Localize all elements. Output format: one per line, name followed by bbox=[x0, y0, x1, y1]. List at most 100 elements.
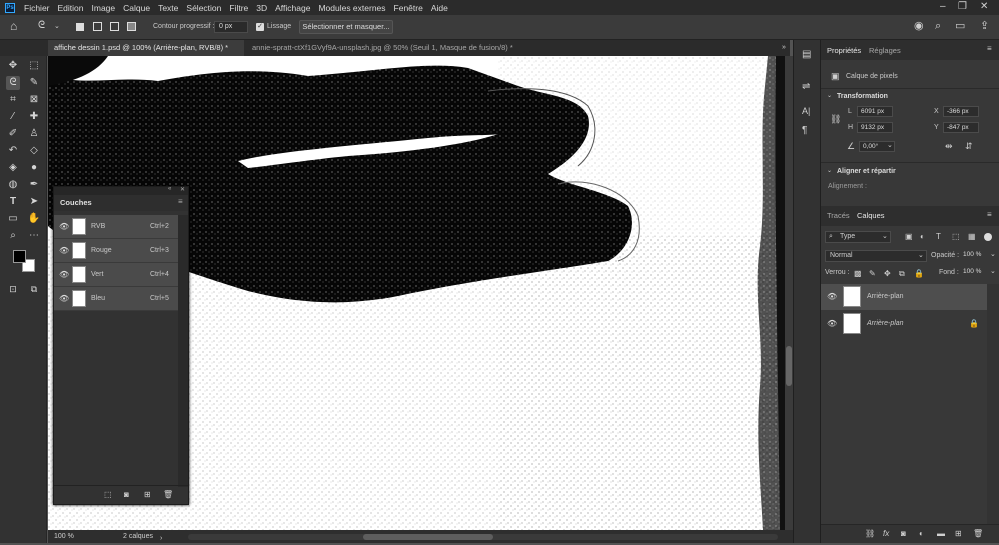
tab-paths[interactable]: Tracés bbox=[827, 209, 850, 223]
eraser-tool-icon[interactable]: ◇ bbox=[27, 144, 41, 158]
menu-fenetre[interactable]: Fenêtre bbox=[390, 3, 427, 13]
lock-pixels-icon[interactable]: ✎ bbox=[869, 269, 876, 279]
home-icon[interactable]: ⌂ bbox=[10, 20, 17, 32]
path-selection-tool-icon[interactable]: ➤ bbox=[27, 195, 41, 209]
tab-properties[interactable]: Propriétés bbox=[827, 44, 861, 58]
panel-menu-icon[interactable]: ≡ bbox=[987, 44, 992, 53]
canvas-vertical-scrollbar[interactable] bbox=[785, 56, 793, 530]
lock-position-icon[interactable]: ✥ bbox=[884, 269, 891, 279]
close-icon[interactable]: ✕ bbox=[180, 186, 185, 193]
crop-tool-icon[interactable]: ⌗ bbox=[6, 93, 20, 107]
pen-tool-icon[interactable]: ✒ bbox=[27, 178, 41, 192]
menu-image[interactable]: Image bbox=[88, 3, 120, 13]
rectangle-tool-icon[interactable]: ▭ bbox=[6, 212, 20, 226]
marquee-tool-icon[interactable]: ⬚ bbox=[27, 59, 41, 73]
foreground-color-swatch[interactable] bbox=[13, 250, 26, 263]
new-adjustment-layer-icon[interactable]: ◐ bbox=[919, 529, 924, 539]
select-and-mask-button[interactable]: Sélectionner et masquer... bbox=[299, 20, 393, 34]
lasso-tool-icon[interactable]: ᘓ bbox=[6, 76, 20, 90]
menu-filtre[interactable]: Filtre bbox=[225, 3, 252, 13]
chevron-down-icon[interactable]: ⌄ bbox=[827, 92, 832, 99]
filter-shape-icon[interactable]: ⬚ bbox=[952, 232, 960, 242]
channels-scrollbar[interactable] bbox=[178, 215, 188, 487]
visibility-eye-icon[interactable]: 👁 bbox=[59, 294, 69, 303]
scrollbar-thumb[interactable] bbox=[786, 346, 792, 386]
layers-scrollbar[interactable] bbox=[987, 284, 999, 524]
healing-brush-tool-icon[interactable]: ✚ bbox=[27, 110, 41, 124]
add-mask-icon[interactable]: ◙ bbox=[901, 529, 906, 539]
close-icon[interactable]: ✕ bbox=[980, 2, 988, 12]
height-input[interactable]: 9132 px bbox=[857, 122, 893, 133]
chevron-down-icon[interactable]: ⌄ bbox=[887, 141, 893, 149]
lock-all-icon[interactable]: 🔒 bbox=[914, 269, 924, 279]
visibility-eye-icon[interactable]: 👁 bbox=[59, 222, 69, 231]
move-tool-icon[interactable]: ✥ bbox=[6, 59, 20, 73]
y-input[interactable]: -847 px bbox=[943, 122, 979, 133]
menu-texte[interactable]: Texte bbox=[154, 3, 182, 13]
channel-row[interactable]: 👁 Bleu Ctrl+5 bbox=[54, 287, 178, 311]
paragraph-icon[interactable]: ¶ bbox=[802, 126, 807, 136]
minimize-icon[interactable]: – bbox=[940, 2, 946, 12]
panel-menu-icon[interactable]: ≡ bbox=[987, 210, 992, 219]
character-icon[interactable]: A| bbox=[802, 106, 810, 116]
antialias-checkbox[interactable]: ✓ bbox=[256, 23, 264, 31]
new-layer-icon[interactable]: ⊞ bbox=[955, 529, 962, 539]
collapse-icon[interactable]: « bbox=[168, 186, 171, 192]
paint-bucket-tool-icon[interactable]: ◈ bbox=[6, 161, 20, 175]
horizontal-scrollbar[interactable] bbox=[188, 534, 778, 540]
chevron-down-icon[interactable]: ⌄ bbox=[990, 250, 996, 258]
menu-modules-externes[interactable]: Modules externes bbox=[314, 3, 389, 13]
filter-pixel-icon[interactable]: ▣ bbox=[905, 232, 913, 242]
zoom-level[interactable]: 100 % bbox=[54, 530, 74, 543]
eyedropper-tool-icon[interactable]: ⁄ bbox=[6, 110, 20, 124]
delete-layer-icon[interactable]: 🗑 bbox=[973, 529, 983, 539]
filter-type-icon[interactable]: T bbox=[936, 232, 941, 242]
visibility-eye-icon[interactable]: 👁 bbox=[827, 292, 837, 301]
channel-row[interactable]: 👁 RVB Ctrl+2 bbox=[54, 215, 178, 239]
menu-aide[interactable]: Aide bbox=[427, 3, 452, 13]
filter-adjustment-icon[interactable]: ◐ bbox=[920, 232, 925, 242]
menu-3d[interactable]: 3D bbox=[252, 3, 271, 13]
profile-icon[interactable]: ◉ bbox=[914, 21, 924, 32]
history-brush-tool-icon[interactable]: ↶ bbox=[6, 144, 20, 158]
save-selection-icon[interactable]: ◙ bbox=[124, 490, 129, 500]
document-info[interactable]: 2 calques bbox=[123, 530, 153, 543]
chevron-down-icon[interactable]: ⌄ bbox=[990, 267, 996, 275]
tab-annie-spratt[interactable]: annie-spratt-ctXf1GVyf9A-unsplash.jpg @ … bbox=[246, 40, 530, 56]
fx-icon[interactable]: fx bbox=[883, 529, 889, 539]
new-group-icon[interactable]: ▬ bbox=[937, 529, 945, 539]
opacity-input[interactable]: 100 % bbox=[960, 250, 988, 261]
chevron-down-icon[interactable]: ⌄ bbox=[827, 167, 832, 174]
lock-transparent-icon[interactable]: ▩ bbox=[854, 269, 862, 279]
filter-smart-object-icon[interactable]: ▦ bbox=[968, 232, 976, 242]
blur-tool-icon[interactable]: ● bbox=[27, 161, 41, 175]
history-icon[interactable]: ▤ bbox=[802, 50, 811, 60]
link-icon[interactable]: ⛓ bbox=[830, 114, 841, 124]
tab-layers[interactable]: Calques bbox=[857, 209, 885, 223]
link-layers-icon[interactable]: ⛓ bbox=[865, 529, 875, 539]
type-tool-icon[interactable]: T bbox=[6, 195, 20, 209]
tab-affiche-dessin[interactable]: affiche dessin 1.psd @ 100% (Arrière-pla… bbox=[48, 40, 244, 56]
search-icon[interactable]: ⌕ bbox=[935, 21, 941, 32]
frame-tool-icon[interactable]: ⊠ bbox=[27, 93, 41, 107]
scrollbar-thumb[interactable] bbox=[363, 534, 493, 540]
lasso-tool-preset-icon[interactable]: ᘓ bbox=[38, 21, 45, 31]
tab-adjustments[interactable]: Réglages bbox=[869, 44, 901, 58]
quick-mask-icon[interactable]: ⊡ bbox=[6, 282, 20, 296]
transform-section-title[interactable]: Transformation bbox=[837, 93, 888, 100]
restore-icon[interactable]: ❐ bbox=[958, 2, 967, 12]
panel-collapse-icon[interactable]: » bbox=[782, 43, 786, 53]
quick-selection-tool-icon[interactable]: ✎ bbox=[27, 76, 41, 90]
subtract-selection-icon[interactable] bbox=[110, 22, 119, 31]
channel-row[interactable]: 👁 Rouge Ctrl+3 bbox=[54, 239, 178, 263]
info-chevron-icon[interactable]: › bbox=[160, 532, 162, 545]
new-channel-icon[interactable]: ⊞ bbox=[144, 490, 151, 500]
new-selection-icon[interactable] bbox=[76, 23, 84, 31]
filter-toggle[interactable] bbox=[984, 233, 992, 241]
panel-menu-icon[interactable]: ≡ bbox=[178, 197, 183, 206]
width-input[interactable]: 6091 px bbox=[857, 106, 893, 117]
hand-tool-icon[interactable]: ✋ bbox=[27, 212, 41, 226]
layer-row[interactable]: 👁 Arrière-plan bbox=[821, 284, 987, 310]
visibility-eye-icon[interactable]: 👁 bbox=[827, 319, 837, 328]
more-tools-icon[interactable]: ⋯ bbox=[27, 229, 41, 243]
